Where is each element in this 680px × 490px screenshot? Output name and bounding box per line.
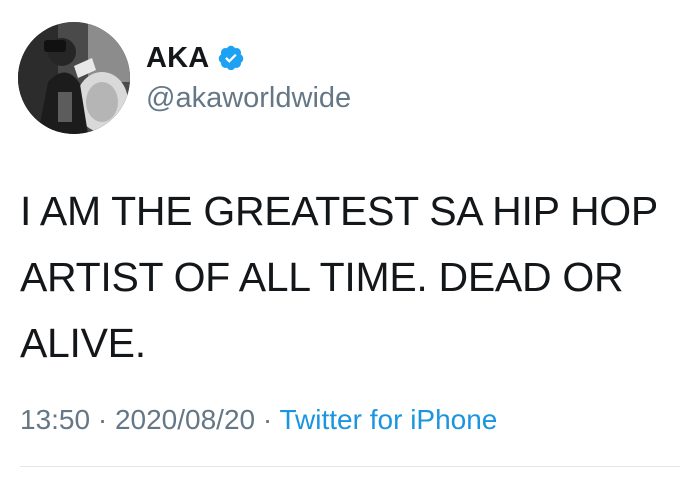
tweet-time[interactable]: 13:50 bbox=[20, 404, 90, 435]
avatar[interactable] bbox=[18, 22, 130, 134]
tweet-metadata: 13:50 · 2020/08/20 · Twitter for iPhone bbox=[20, 404, 497, 436]
meta-separator: · bbox=[262, 404, 273, 435]
tweet-text-line: ALIVE. bbox=[20, 320, 146, 366]
tweet-text-line: I AM THE GREATEST SA HIP HOP bbox=[20, 188, 658, 234]
tweet-text: I AM THE GREATEST SA HIP HOP ARTIST OF A… bbox=[20, 178, 670, 376]
divider bbox=[20, 466, 680, 467]
tweet-card: AKA @akaworldwide I AM THE GREATEST SA H… bbox=[0, 0, 680, 490]
verified-badge-icon bbox=[217, 44, 245, 72]
tweet-text-line: ARTIST OF ALL TIME. DEAD OR bbox=[20, 254, 624, 300]
display-name[interactable]: AKA bbox=[146, 42, 209, 75]
profile-photo bbox=[18, 22, 130, 134]
meta-separator: · bbox=[97, 404, 108, 435]
tweet-date[interactable]: 2020/08/20 bbox=[115, 404, 255, 435]
author-name-row[interactable]: AKA bbox=[146, 40, 245, 76]
tweet-source-link[interactable]: Twitter for iPhone bbox=[280, 404, 498, 435]
user-handle[interactable]: @akaworldwide bbox=[146, 82, 351, 115]
